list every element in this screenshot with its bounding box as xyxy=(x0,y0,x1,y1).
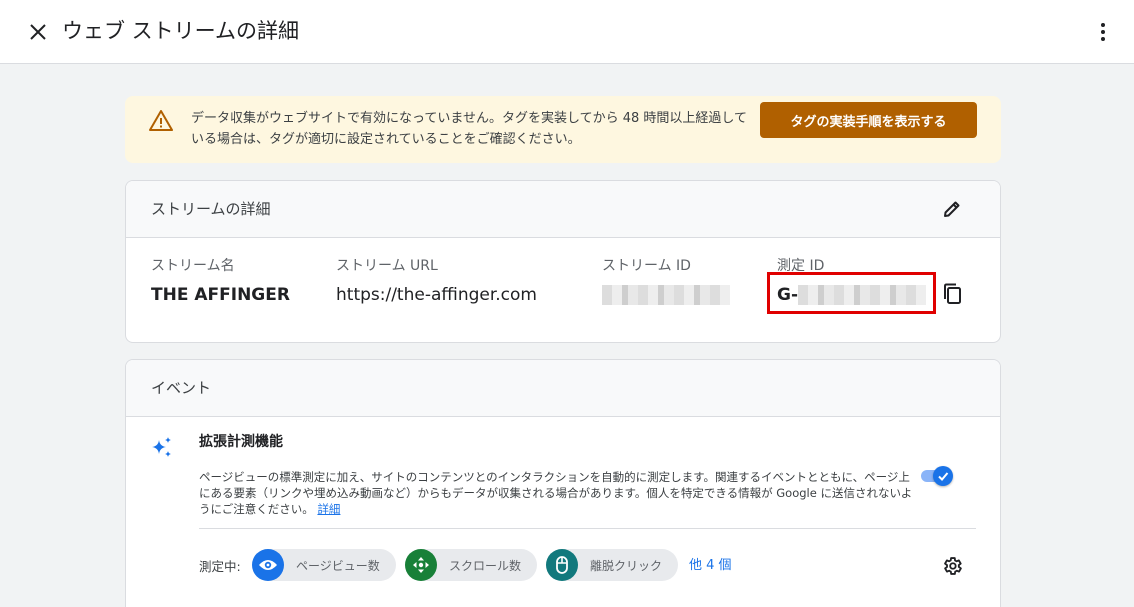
description-text: ページビューの標準測定に加え、サイトのコンテンツとのインタラクションを自動的に測… xyxy=(199,470,913,516)
data-collection-alert: データ収集がウェブサイトで有効になっていません。タグを実装してから 48 時間以… xyxy=(125,96,1001,163)
mouse-icon xyxy=(556,556,568,574)
chip-page-views[interactable]: ページビュー数 xyxy=(252,549,396,581)
enhanced-measurement-toggle[interactable] xyxy=(921,464,957,488)
chip-icon-bg xyxy=(405,549,437,581)
more-options-button[interactable] xyxy=(1089,17,1117,47)
pencil-icon xyxy=(944,201,960,217)
stream-details-header: ストリームの詳細 xyxy=(126,181,1000,238)
chip-label: ページビュー数 xyxy=(296,558,380,573)
edit-button[interactable] xyxy=(940,197,964,221)
warning-icon xyxy=(149,110,173,131)
stream-details-card: ストリームの詳細 ストリーム名 THE AFFINGER ストリーム URL h… xyxy=(125,180,1001,343)
chip-label: スクロール数 xyxy=(449,558,522,573)
sparkle-icon xyxy=(152,437,171,457)
top-bar: ウェブ ストリームの詳細 xyxy=(0,0,1134,64)
field-label: ストリーム ID xyxy=(602,258,691,274)
chip-scrolls[interactable]: スクロール数 xyxy=(405,549,538,581)
enhanced-measurement-title: 拡張計測機能 xyxy=(199,434,283,450)
chip-outbound-clicks[interactable]: 離脱クリック xyxy=(546,549,679,581)
field-label: ストリーム名 xyxy=(151,258,235,274)
chip-icon-bg xyxy=(546,549,578,581)
gear-icon xyxy=(944,557,962,575)
field-label: ストリーム URL xyxy=(336,258,438,274)
close-icon xyxy=(30,24,46,40)
settings-button[interactable] xyxy=(940,554,964,578)
move-icon xyxy=(413,557,429,573)
more-events-link[interactable]: 他 4 個 xyxy=(689,554,732,573)
close-button[interactable] xyxy=(24,18,52,46)
measurement-id-highlight xyxy=(767,272,936,314)
field-stream-url: ストリーム URL https://the-affinger.com xyxy=(336,257,537,306)
copy-button[interactable] xyxy=(940,282,964,306)
toggle-thumb xyxy=(933,466,953,486)
page-title: ウェブ ストリームの詳細 xyxy=(62,19,300,43)
stream-details-title: ストリームの詳細 xyxy=(151,200,271,218)
chip-label: 離脱クリック xyxy=(590,558,663,573)
measuring-label: 測定中: xyxy=(199,559,241,574)
stream-name-value: THE AFFINGER xyxy=(151,285,290,305)
more-vert-icon xyxy=(1101,23,1105,41)
enhanced-measurement-description: ページビューの標準測定に加え、サイトのコンテンツとのインタラクションを自動的に測… xyxy=(199,469,915,517)
chip-icon-bg xyxy=(252,549,284,581)
check-icon xyxy=(938,472,949,481)
alert-message: データ収集がウェブサイトで有効になっていません。タグを実装してから 48 時間以… xyxy=(191,111,747,147)
details-link[interactable]: 詳細 xyxy=(317,502,340,516)
copy-icon xyxy=(944,283,961,304)
eye-icon xyxy=(259,560,277,570)
events-header: イベント xyxy=(126,360,1000,417)
field-stream-id: ストリーム ID xyxy=(602,257,730,306)
events-title: イベント xyxy=(151,379,212,397)
field-stream-name: ストリーム名 THE AFFINGER xyxy=(151,257,290,306)
stream-url-value: https://the-affinger.com xyxy=(336,285,537,305)
stream-id-value xyxy=(602,284,730,306)
events-card: イベント 拡張計測機能 ページビューの標準測定に加え、サイトのコンテンツとのイン… xyxy=(125,359,1001,607)
divider xyxy=(199,528,976,529)
show-tag-instructions-button[interactable]: タグの実装手順を表示する xyxy=(760,102,977,138)
redacted-value xyxy=(602,285,730,305)
